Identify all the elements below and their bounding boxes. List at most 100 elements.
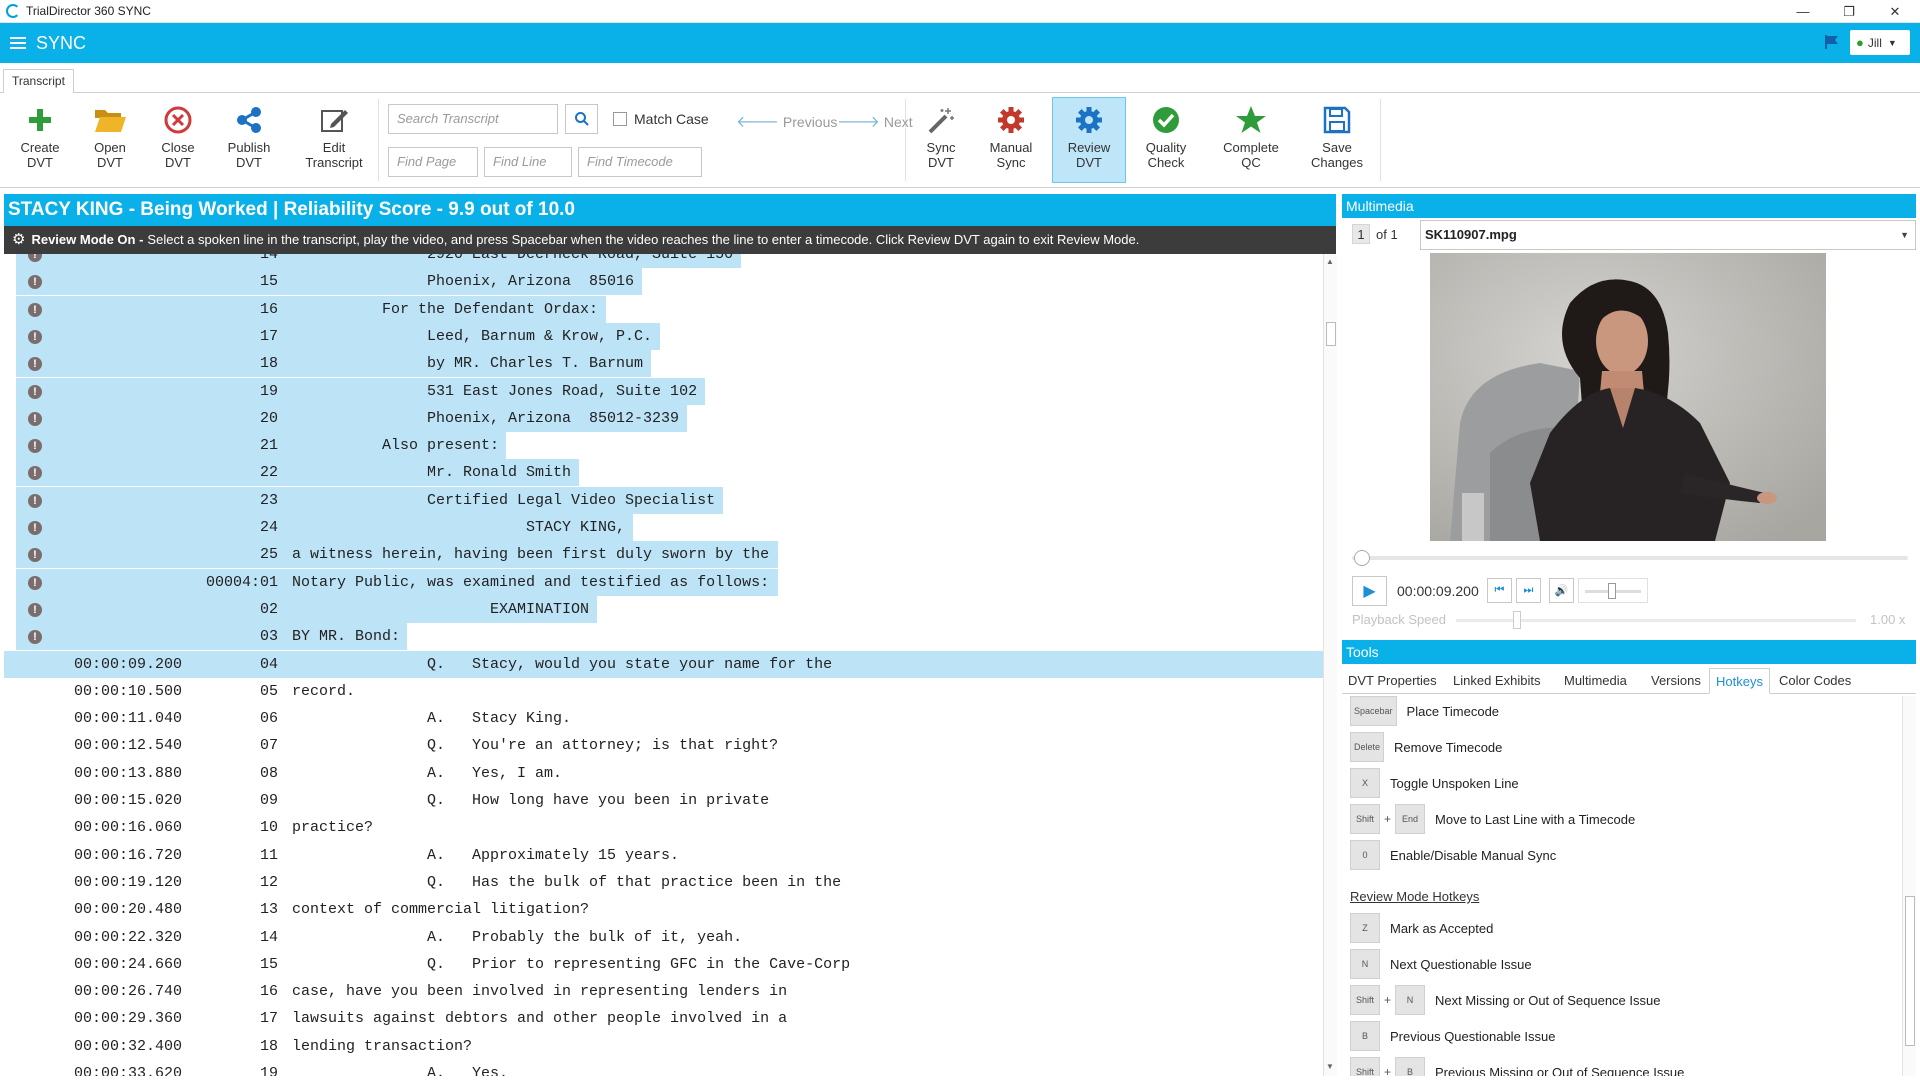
gear-icon (994, 103, 1028, 137)
transcript-line[interactable]: 00:00:29.360 17 lawsuits against debtors a… (4, 1005, 1323, 1032)
find-timecode-input[interactable]: Find Timecode (578, 147, 702, 177)
transcript-line[interactable]: 00:00:16.060 10 practice? (4, 814, 1323, 841)
transcript-view[interactable]: ! 14 2920 East Deerneck Road, Suite 150! 1… (4, 254, 1323, 1076)
scrollbar-thumb[interactable] (1905, 896, 1915, 1046)
warning-icon[interactable]: ! (28, 384, 42, 399)
sync-dvt-button[interactable]: Sync DVT (906, 103, 976, 179)
warning-icon[interactable]: ! (28, 493, 42, 508)
transcript-line[interactable]: ! 21 Also present: (4, 432, 1323, 460)
transcript-scrollbar[interactable]: ▲ ▼ (1323, 254, 1337, 1076)
timeline-handle[interactable] (1354, 550, 1370, 566)
transcript-line[interactable]: ! 15 Phoenix, Arizona 85016 (4, 268, 1323, 296)
edit-transcript-button[interactable]: Edit Transcript (299, 103, 369, 179)
tools-scrollbar[interactable] (1902, 696, 1916, 1076)
line-number: 02 (259, 600, 278, 618)
transcript-line[interactable]: ! 03 BY MR. Bond: (4, 623, 1323, 651)
volume-slider[interactable] (1578, 578, 1648, 603)
playback-speed-handle[interactable] (1513, 611, 1521, 629)
warning-icon[interactable]: ! (28, 602, 42, 617)
skip-forward-button[interactable]: ⏭ (1516, 578, 1541, 603)
transcript-line[interactable]: 00:00:26.740 16 case, have you been involv… (4, 978, 1323, 1005)
tab-dvt-properties[interactable]: DVT Properties (1342, 668, 1443, 694)
close-window-button[interactable]: ✕ (1872, 0, 1918, 23)
find-line-input[interactable]: Find Line (484, 147, 572, 177)
transcript-line[interactable]: ! 20 Phoenix, Arizona 85012-3239 (4, 404, 1323, 432)
warning-icon[interactable]: ! (28, 329, 42, 344)
flag-icon[interactable] (1824, 34, 1840, 50)
review-dvt-button[interactable]: Review DVT (1052, 97, 1126, 183)
transcript-line[interactable]: 00:00:15.020 09 Q. How long have you been… (4, 787, 1323, 814)
play-button[interactable]: ▶ (1352, 576, 1387, 606)
scroll-down-icon[interactable]: ▼ (1326, 1062, 1334, 1071)
warning-icon[interactable]: ! (28, 302, 42, 317)
open-dvt-button[interactable]: Open DVT (75, 103, 145, 179)
transcript-line[interactable]: 00:00:13.880 08 A. Yes, I am. (4, 760, 1323, 787)
find-page-input[interactable]: Find Page (388, 147, 478, 177)
transcript-line[interactable]: ! 02 EXAMINATION (4, 595, 1323, 623)
video-player[interactable] (1430, 253, 1826, 541)
media-file-select[interactable]: SK110907.mpg ▼ (1420, 220, 1916, 250)
transcript-line[interactable]: ! 00004:01 Notary Public, was examined and… (4, 568, 1323, 596)
line-number: 10 (259, 819, 278, 837)
close-dvt-button[interactable]: Close DVT (143, 103, 213, 179)
restore-button[interactable]: ❐ (1826, 0, 1872, 23)
tab-transcript[interactable]: Transcript (3, 69, 74, 94)
tab-versions[interactable]: Versions (1645, 668, 1707, 694)
manual-sync-button[interactable]: Manual Sync (976, 103, 1046, 179)
tab-color-codes[interactable]: Color Codes (1773, 668, 1857, 694)
user-menu-button[interactable]: ● Jill ▼ (1850, 30, 1910, 55)
transcript-line[interactable]: 00:00:12.540 07 Q. You're an attorney; is… (4, 732, 1323, 759)
tab-multimedia[interactable]: Multimedia (1558, 668, 1633, 694)
tab-hotkeys[interactable]: Hotkeys (1709, 668, 1770, 694)
warning-icon[interactable]: ! (28, 439, 42, 454)
next-button[interactable]: 🡒 Next (837, 111, 913, 132)
save-changes-button[interactable]: Save Changes (1302, 103, 1372, 179)
transcript-line[interactable]: 00:00:16.720 11 A. Approximately 15 years… (4, 842, 1323, 869)
transcript-line[interactable]: 00:00:11.040 06 A. Stacy King. (4, 705, 1323, 732)
skip-back-button[interactable]: ⏮ (1487, 578, 1512, 603)
video-timeline[interactable] (1352, 550, 1908, 566)
match-case-checkbox[interactable] (613, 112, 627, 126)
complete-qc-button[interactable]: Complete QC (1216, 103, 1286, 179)
transcript-line[interactable]: ! 25 a witness herein, having been first d… (4, 541, 1323, 569)
transcript-line[interactable]: 00:00:22.320 14 A. Probably the bulk of i… (4, 924, 1323, 951)
line-number: 11 (259, 846, 278, 864)
warning-icon[interactable]: ! (28, 411, 42, 426)
transcript-line[interactable]: ! 24 STACY KING, (4, 514, 1323, 541)
volume-handle[interactable] (1608, 583, 1617, 599)
transcript-line[interactable]: ! 16 For the Defendant Ordax: (4, 295, 1323, 323)
previous-button[interactable]: 🡐 Previous (736, 111, 837, 132)
create-dvt-button[interactable]: Create DVT (5, 103, 75, 179)
publish-dvt-button[interactable]: Publish DVT (214, 103, 284, 179)
transcript-line[interactable]: ! 22 Mr. Ronald Smith (4, 459, 1323, 487)
transcript-line[interactable]: 00:00:19.120 12 Q. Has the bulk of that p… (4, 869, 1323, 896)
warning-icon[interactable]: ! (28, 575, 42, 590)
transcript-line[interactable]: ! 23 Certified Legal Video Specialist (4, 486, 1323, 514)
transcript-line[interactable]: ! 18 by MR. Charles T. Barnum (4, 350, 1323, 378)
transcript-line[interactable]: 00:00:20.480 13 context of commercial liti… (4, 896, 1323, 923)
media-index[interactable]: 1 (1352, 224, 1370, 244)
scroll-up-icon[interactable]: ▲ (1326, 257, 1334, 266)
hotkey-row: N Next Questionable Issue (1350, 949, 1532, 979)
transcript-line[interactable]: 00:00:10.500 05 record. (4, 678, 1323, 705)
tab-linked-exhibits[interactable]: Linked Exhibits (1447, 668, 1546, 694)
minimize-button[interactable]: — (1780, 0, 1826, 23)
hotkey-row: Shift + N Next Missing or Out of Sequence I… (1350, 985, 1660, 1015)
warning-icon[interactable]: ! (28, 521, 42, 535)
transcript-line[interactable]: 00:00:24.660 15 Q. Prior to representing … (4, 951, 1323, 978)
hotkeys-list: Spacebar Place Timecode Delete Remove Timec… (1342, 696, 1902, 1076)
quality-check-button[interactable]: Quality Check (1131, 103, 1201, 179)
transcript-line[interactable]: 00:00:09.200 04 Q. Stacy, would you state… (4, 650, 1323, 678)
search-button[interactable] (565, 104, 598, 134)
menu-icon[interactable] (10, 37, 26, 49)
transcript-line[interactable]: ! 19 531 East Jones Road, Suite 102 (4, 377, 1323, 405)
hotkey-description: Mark as Accepted (1390, 920, 1494, 936)
transcript-line[interactable]: 00:00:32.400 18 lending transaction? (4, 1033, 1323, 1060)
scrollbar-thumb[interactable] (1326, 322, 1336, 346)
volume-button[interactable]: 🔊 (1549, 578, 1574, 603)
transcript-line[interactable]: 00:00:33.620 19 A. Yes. (4, 1060, 1323, 1076)
transcript-line[interactable]: ! 14 2920 East Deerneck Road, Suite 150 (4, 254, 1323, 268)
search-transcript-input[interactable]: Search Transcript (388, 104, 558, 134)
transcript-line[interactable]: ! 17 Leed, Barnum & Krow, P.C. (4, 322, 1323, 350)
line-number: 24 (259, 519, 278, 536)
